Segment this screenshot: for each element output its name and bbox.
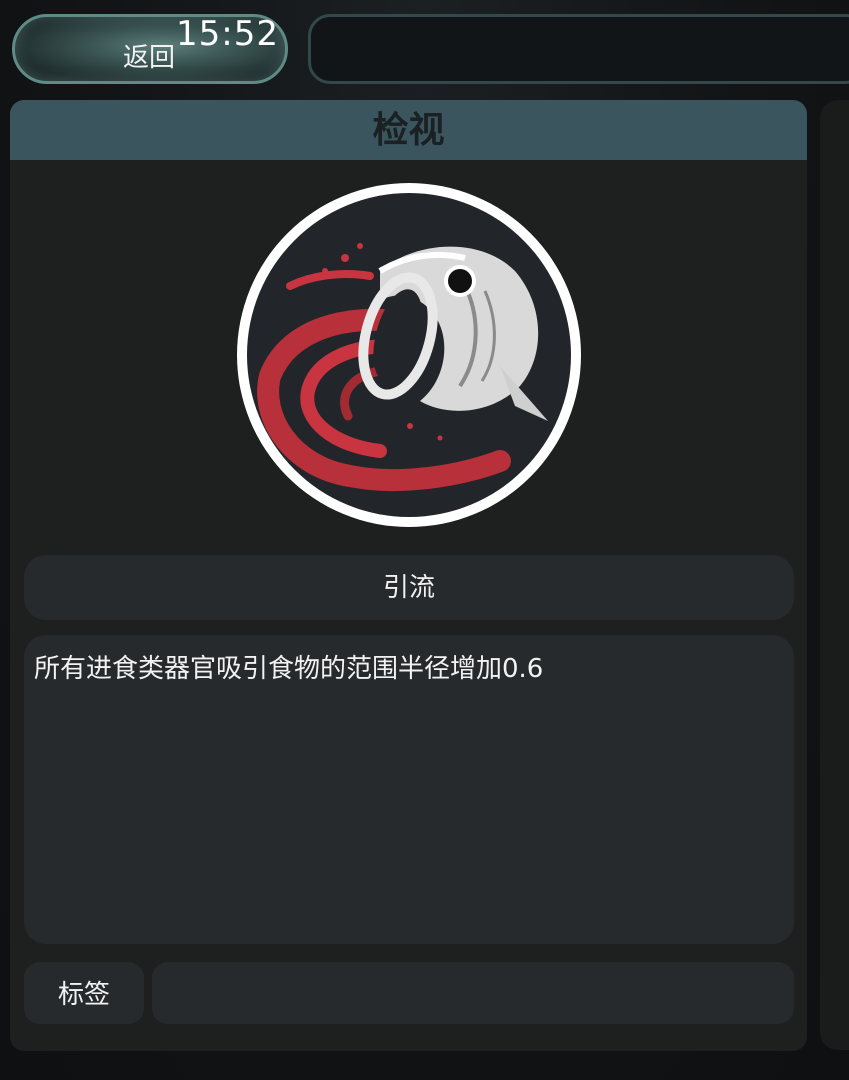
trait-description: 所有进食类器官吸引食物的范围半径增加0.6 — [34, 654, 544, 684]
top-bar — [308, 14, 849, 84]
status-time: 15:52 — [176, 14, 279, 54]
tags-label-box: 标签 — [24, 962, 144, 1024]
description-box: 所有进食类器官吸引食物的范围半径增加0.6 — [24, 635, 794, 944]
page-title: 检视 — [372, 110, 445, 151]
tags-label: 标签 — [57, 980, 110, 1010]
inspect-panel: 检视 引流 所有进食类器官吸引食物的范围半径增加0.6 标签 — [10, 100, 807, 1051]
trait-name: 引流 — [382, 573, 435, 603]
tags-value — [152, 962, 794, 1024]
trait-name-box: 引流 — [24, 555, 794, 620]
app-root: 返回 15:52 检视 引流 所有进食类器官吸引食物的范围半径增加0.6 标签 — [0, 0, 849, 1080]
back-label: 返回 — [123, 43, 176, 73]
fish-attract-icon — [230, 176, 588, 534]
panel-header: 检视 — [10, 100, 807, 160]
side-panel — [820, 100, 849, 1050]
